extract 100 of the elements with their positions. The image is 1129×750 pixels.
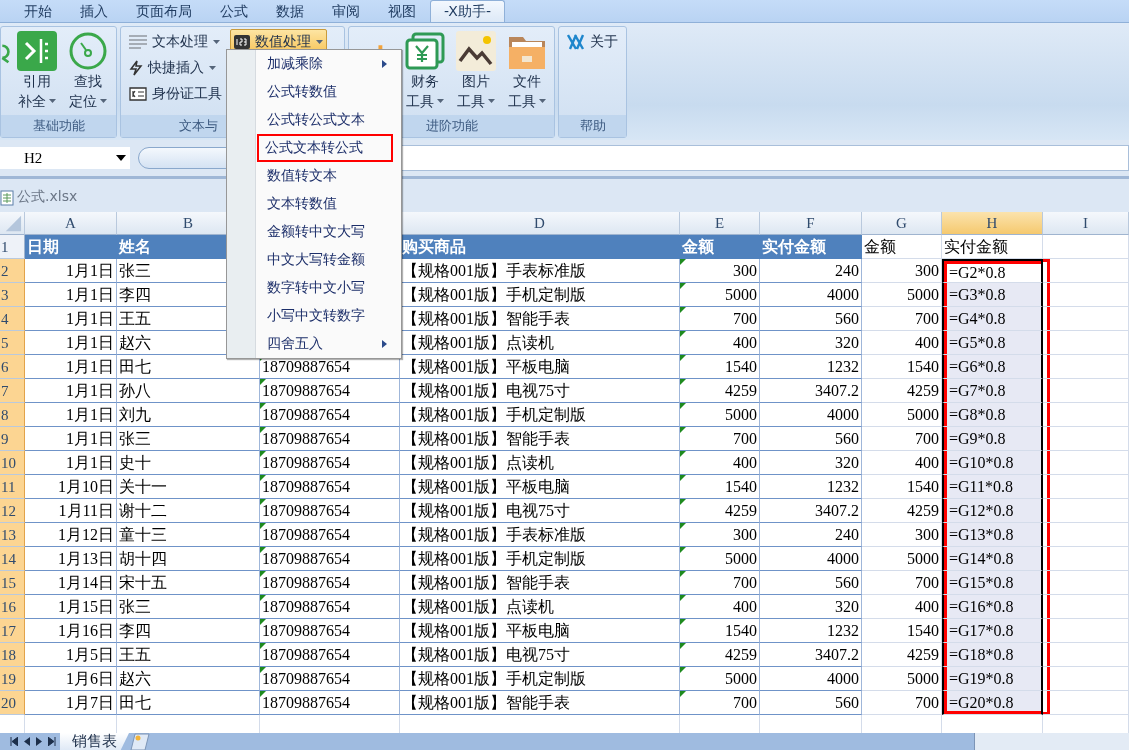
menu-item[interactable]: 金额转中文大写	[261, 218, 393, 246]
row-header[interactable]: 12	[0, 499, 25, 523]
menu-item[interactable]: 文本转数值	[261, 190, 393, 218]
ribbon-button[interactable]: 快捷插入	[125, 55, 226, 80]
table-cell: 1540	[680, 475, 760, 499]
row-header[interactable]: 1	[0, 235, 25, 259]
table-cell: 1月7日	[25, 691, 117, 715]
ribbon-tab[interactable]: 数据	[262, 0, 318, 22]
row-header[interactable]: 19	[0, 667, 25, 691]
column-header[interactable]: D	[400, 212, 680, 235]
table-cell: 【规格001版】手表标准版	[400, 523, 680, 547]
ribbon-tab[interactable]: 页面布局	[122, 0, 206, 22]
ribbon-button[interactable]: 财务 工具	[401, 29, 449, 113]
ribbon-tab[interactable]: 插入	[66, 0, 122, 22]
ribbon-tab[interactable]: 视图	[374, 0, 430, 22]
table-cell: 1540	[680, 355, 760, 379]
table-cell: 1月13日	[25, 547, 117, 571]
row-header[interactable]: 7	[0, 379, 25, 403]
row-header[interactable]: 5	[0, 331, 25, 355]
table-cell: 700	[680, 691, 760, 715]
table-cell: 【规格001版】智能手表	[400, 571, 680, 595]
table-cell: 4000	[760, 667, 862, 691]
table-cell: 1月14日	[25, 571, 117, 595]
table-cell: 1月15日	[25, 595, 117, 619]
table-cell: 18709887654	[260, 379, 400, 403]
table-cell: 1月1日	[25, 307, 117, 331]
row-header[interactable]: 14	[0, 547, 25, 571]
table-cell: 3407.2	[760, 643, 862, 667]
menu-item[interactable]: 公式转数值	[261, 78, 393, 106]
ribbon-button[interactable]: 文本处理	[125, 29, 226, 54]
table-cell: 320	[760, 595, 862, 619]
sheet-tab[interactable]: 销售表	[60, 733, 129, 750]
table-cell: =G11*0.8	[942, 475, 1043, 499]
menu-item[interactable]: 小写中文转数字	[261, 302, 393, 330]
row-header[interactable]: 9	[0, 427, 25, 451]
table-cell: 【规格001版】平板电脑	[400, 475, 680, 499]
ribbon-button[interactable]: 身份证工具	[125, 81, 226, 106]
ribbon-button[interactable]: 查找 定位	[64, 29, 112, 113]
ribbon-tab[interactable]: 开始	[10, 0, 66, 22]
row-header[interactable]: 6	[0, 355, 25, 379]
table-cell: 田七	[117, 691, 260, 715]
table-cell: 18709887654	[260, 451, 400, 475]
table-cell: 18709887654	[260, 643, 400, 667]
table-cell: 700	[680, 427, 760, 451]
table-cell: 1232	[760, 619, 862, 643]
ribbon-tab[interactable]: 审阅	[318, 0, 374, 22]
menu-item[interactable]: 公式文本转公式	[257, 134, 393, 162]
column-header[interactable]: H	[942, 212, 1043, 235]
column-header[interactable]: I	[1043, 212, 1129, 235]
ribbon-button[interactable]: 文件 工具	[503, 29, 550, 113]
row-header[interactable]: 3	[0, 283, 25, 307]
table-cell: 关十一	[117, 475, 260, 499]
ribbon-tab[interactable]: -X助手-	[430, 0, 505, 22]
table-cell: 1月12日	[25, 523, 117, 547]
table-cell: =G2*0.8	[942, 259, 1043, 283]
menu-item[interactable]: 中文大写转金额	[261, 246, 393, 274]
row-header[interactable]: 15	[0, 571, 25, 595]
ribbon-button[interactable]: 引用 补全	[13, 29, 61, 113]
table-cell: =G3*0.8	[942, 283, 1043, 307]
row-header[interactable]: 20	[0, 691, 25, 715]
row-header[interactable]: 8	[0, 403, 25, 427]
column-header[interactable]: E	[680, 212, 760, 235]
row-header[interactable]: 11	[0, 475, 25, 499]
group-label: 基础功能	[1, 115, 116, 137]
table-cell: 18709887654	[260, 475, 400, 499]
table-cell: 张三	[117, 595, 260, 619]
table-cell: 18709887654	[260, 571, 400, 595]
table-cell: 刘九	[117, 403, 260, 427]
table-cell: 18709887654	[260, 691, 400, 715]
ribbon-tab[interactable]: 公式	[206, 0, 262, 22]
menu-item[interactable]: 数字转中文小写	[261, 274, 393, 302]
table-cell: 【规格001版】电视75寸	[400, 379, 680, 403]
row-header[interactable]: 18	[0, 643, 25, 667]
menu-item[interactable]: 数值转文本	[261, 162, 393, 190]
row-header[interactable]: 10	[0, 451, 25, 475]
table-cell: 金额	[680, 235, 760, 259]
name-box[interactable]: H2	[0, 147, 130, 169]
table-cell: =G13*0.8	[942, 523, 1043, 547]
table-cell: =G7*0.8	[942, 379, 1043, 403]
ribbon-button[interactable]: 图片 工具	[452, 29, 500, 113]
row-header[interactable]: 2	[0, 259, 25, 283]
row-header[interactable]: 17	[0, 619, 25, 643]
row-header[interactable]: 13	[0, 523, 25, 547]
menu-item[interactable]: 四舍五入	[261, 330, 393, 358]
table-cell: 1540	[680, 619, 760, 643]
row-header[interactable]: 4	[0, 307, 25, 331]
table-cell: 400	[680, 331, 760, 355]
table-cell: 【规格001版】电视75寸	[400, 643, 680, 667]
table-cell: 王五	[117, 643, 260, 667]
row-header[interactable]: 16	[0, 595, 25, 619]
table-cell: 320	[760, 331, 862, 355]
ribbon-button[interactable]: 关于	[563, 29, 622, 54]
column-header[interactable]: G	[862, 212, 942, 235]
table-cell: 320	[760, 451, 862, 475]
table-cell: =G10*0.8	[942, 451, 1043, 475]
table-cell: 4259	[680, 643, 760, 667]
table-cell: 赵六	[117, 667, 260, 691]
table-cell: 700	[680, 571, 760, 595]
column-header[interactable]: A	[25, 212, 117, 235]
column-header[interactable]: F	[760, 212, 862, 235]
